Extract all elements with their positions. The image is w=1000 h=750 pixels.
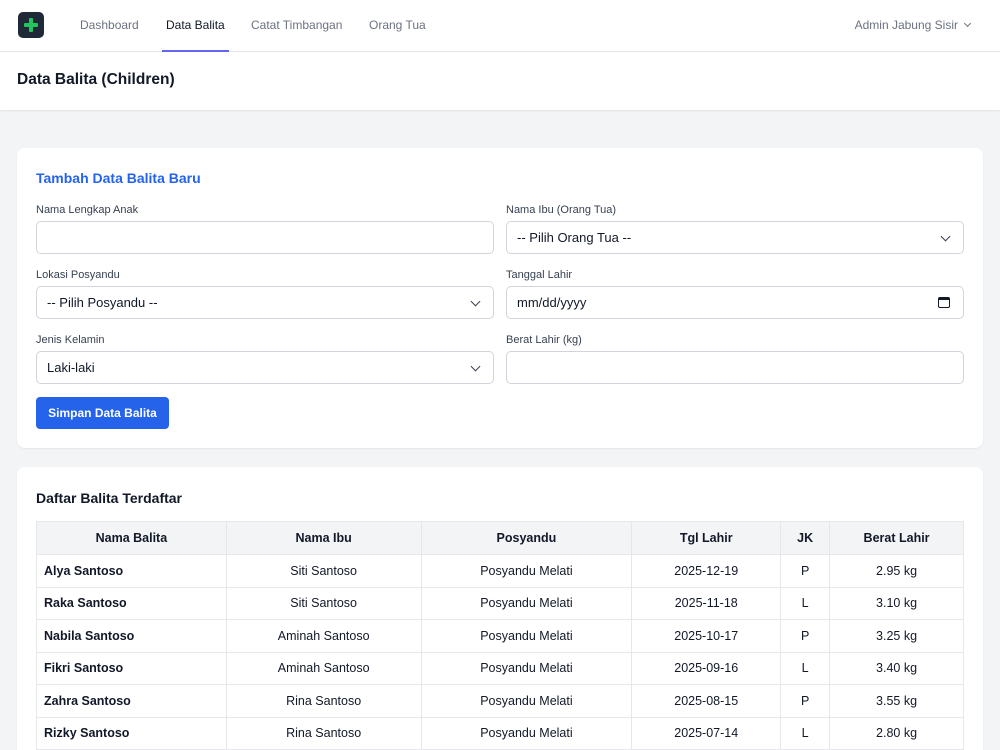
mother-select[interactable]: -- Pilih Orang Tua -- xyxy=(506,221,964,254)
cell-gender: L xyxy=(780,716,831,750)
posyandu-select[interactable]: -- Pilih Posyandu -- xyxy=(36,286,494,319)
cell-child-name: Raka Santoso xyxy=(36,586,227,620)
col-header-posyandu: Posyandu xyxy=(420,521,633,555)
cell-mother-name: Aminah Santoso xyxy=(225,651,422,685)
nav-dashboard[interactable]: Dashboard xyxy=(80,0,139,52)
cell-dob: 2025-07-14 xyxy=(631,716,782,750)
posyandu-select-value: -- Pilih Posyandu -- xyxy=(47,295,158,310)
col-header-tgl-lahir: Tgl Lahir xyxy=(631,521,782,555)
table-row: Rizky Santoso Rina Santoso Posyandu Mela… xyxy=(36,716,964,750)
user-menu[interactable]: Admin Jabung Sisir xyxy=(854,0,972,52)
cell-dob: 2025-08-15 xyxy=(631,684,782,718)
col-header-jk: JK xyxy=(780,521,831,555)
dob-label: Tanggal Lahir xyxy=(506,269,573,281)
col-header-nama-balita: Nama Balita xyxy=(36,521,227,555)
cell-birth-weight: 3.25 kg xyxy=(829,619,964,653)
cell-mother-name: Siti Santoso xyxy=(225,554,422,588)
plus-icon[interactable] xyxy=(18,12,44,38)
cell-gender: P xyxy=(780,619,831,653)
nav-catat-timbangan[interactable]: Catat Timbangan xyxy=(251,0,342,52)
cell-posyandu: Posyandu Melati xyxy=(420,651,633,685)
mother-select-value: -- Pilih Orang Tua -- xyxy=(517,230,632,245)
posyandu-label: Lokasi Posyandu xyxy=(36,269,120,281)
dob-input[interactable]: mm/dd/yyyy xyxy=(506,286,964,319)
table-row: Fikri Santoso Aminah Santoso Posyandu Me… xyxy=(36,651,964,685)
cell-child-name: Zahra Santoso xyxy=(36,684,227,718)
child-name-input[interactable] xyxy=(36,221,494,254)
table-row: Alya Santoso Siti Santoso Posyandu Melat… xyxy=(36,554,964,588)
nav-orang-tua[interactable]: Orang Tua xyxy=(369,0,426,52)
cell-posyandu: Posyandu Melati xyxy=(420,619,633,653)
cell-mother-name: Siti Santoso xyxy=(225,586,422,620)
cell-gender: L xyxy=(780,586,831,620)
cell-dob: 2025-12-19 xyxy=(631,554,782,588)
cell-gender: P xyxy=(780,684,831,718)
table-row: Zahra Santoso Rina Santoso Posyandu Mela… xyxy=(36,684,964,718)
cell-child-name: Nabila Santoso xyxy=(36,619,227,653)
cell-mother-name: Rina Santoso xyxy=(225,684,422,718)
cell-birth-weight: 3.10 kg xyxy=(829,586,964,620)
save-button[interactable]: Simpan Data Balita xyxy=(36,397,169,429)
cell-birth-weight: 3.40 kg xyxy=(829,651,964,685)
top-navbar: Dashboard Data Balita Catat Timbangan Or… xyxy=(0,0,1000,52)
cell-birth-weight: 3.55 kg xyxy=(829,684,964,718)
children-list-card: Daftar Balita Terdaftar Nama Balita Nama… xyxy=(17,467,983,750)
nav-data-balita[interactable]: Data Balita xyxy=(162,0,229,52)
gender-select-value: Laki-laki xyxy=(47,360,95,375)
calendar-icon[interactable] xyxy=(938,297,950,308)
page-title: Data Balita (Children) xyxy=(17,71,175,88)
cell-child-name: Alya Santoso xyxy=(36,554,227,588)
cell-dob: 2025-11-18 xyxy=(631,586,782,620)
table-title: Daftar Balita Terdaftar xyxy=(36,490,183,506)
table-row: Nabila Santoso Aminah Santoso Posyandu M… xyxy=(36,619,964,653)
table-header-row: Nama Balita Nama Ibu Posyandu Tgl Lahir … xyxy=(36,521,964,555)
cell-birth-weight: 2.80 kg xyxy=(829,716,964,750)
cell-child-name: Fikri Santoso xyxy=(36,651,227,685)
gender-select[interactable]: Laki-laki xyxy=(36,351,494,384)
cell-posyandu: Posyandu Melati xyxy=(420,554,633,588)
cell-dob: 2025-10-17 xyxy=(631,619,782,653)
cell-posyandu: Posyandu Melati xyxy=(420,684,633,718)
cell-gender: P xyxy=(780,554,831,588)
page-header: Data Balita (Children) xyxy=(0,52,1000,110)
cell-mother-name: Aminah Santoso xyxy=(225,619,422,653)
mother-label: Nama Ibu (Orang Tua) xyxy=(506,204,617,216)
chevron-down-icon xyxy=(963,19,972,28)
cell-dob: 2025-09-16 xyxy=(631,651,782,685)
dob-input-value: mm/dd/yyyy xyxy=(517,295,587,310)
col-header-nama-ibu: Nama Ibu xyxy=(225,521,422,555)
cell-posyandu: Posyandu Melati xyxy=(420,586,633,620)
cell-gender: L xyxy=(780,651,831,685)
weight-label: Berat Lahir (kg) xyxy=(506,334,582,346)
chevron-down-icon xyxy=(470,296,481,307)
table-row: Raka Santoso Siti Santoso Posyandu Melat… xyxy=(36,586,964,620)
chevron-down-icon xyxy=(470,361,481,372)
form-title: Tambah Data Balita Baru xyxy=(36,170,201,186)
children-table: Nama Balita Nama Ibu Posyandu Tgl Lahir … xyxy=(36,521,964,750)
chevron-down-icon xyxy=(940,231,951,242)
cell-mother-name: Rina Santoso xyxy=(225,716,422,750)
user-name: Admin Jabung Sisir xyxy=(854,18,958,32)
col-header-berat-lahir: Berat Lahir xyxy=(829,521,964,555)
add-child-form-card: Tambah Data Balita Baru Nama Lengkap Ana… xyxy=(17,148,983,448)
cell-child-name: Rizky Santoso xyxy=(36,716,227,750)
birth-weight-input[interactable] xyxy=(506,351,964,384)
name-label: Nama Lengkap Anak xyxy=(36,204,139,216)
cell-posyandu: Posyandu Melati xyxy=(420,716,633,750)
cell-birth-weight: 2.95 kg xyxy=(829,554,964,588)
gender-label: Jenis Kelamin xyxy=(36,334,105,346)
